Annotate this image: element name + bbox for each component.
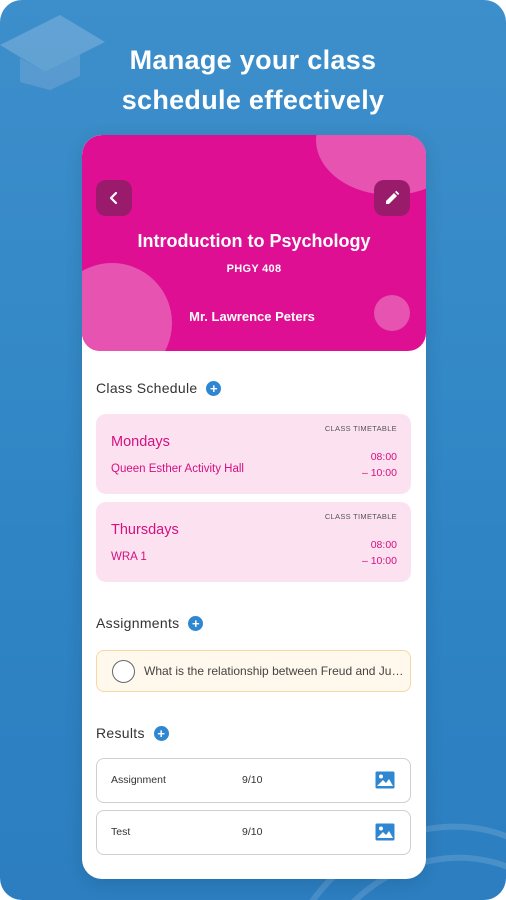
schedule-section-label: Class Schedule + [96, 380, 222, 396]
result-score: 9/10 [242, 826, 263, 838]
assignment-item[interactable]: What is the relationship between Freud a… [96, 650, 411, 692]
schedule-card[interactable]: Thursdays WRA 1 CLASS TIMETABLE 08:00 – … [96, 502, 411, 582]
add-schedule-button[interactable]: + [206, 380, 222, 396]
image-icon[interactable] [375, 823, 395, 841]
course-header: Introduction to Psychology PHGY 408 Mr. … [82, 135, 426, 351]
schedule-day: Mondays [111, 434, 170, 450]
edit-button[interactable] [374, 180, 410, 216]
result-name: Test [111, 826, 131, 838]
schedule-room: WRA 1 [111, 551, 147, 563]
teacher-name: Mr. Lawrence Peters [189, 309, 315, 324]
timetable-tag: CLASS TIMETABLE [324, 512, 397, 521]
assignment-text: What is the relationship between Freud a… [144, 664, 406, 678]
assignment-checkbox[interactable] [112, 660, 135, 683]
schedule-start-time: 08:00 [370, 539, 397, 551]
chevron-left-icon [109, 191, 118, 205]
headline-line-1: Manage your class [129, 45, 377, 75]
schedule-room: Queen Esther Activity Hall [111, 463, 244, 475]
pencil-icon [386, 190, 400, 204]
promo-background: Manage your class schedule effectively I… [0, 0, 506, 900]
assignments-section-label: Assignments + [96, 615, 204, 631]
schedule-label-text: Class Schedule [96, 380, 198, 396]
phone-screen: Introduction to Psychology PHGY 408 Mr. … [82, 135, 426, 879]
timetable-tag: CLASS TIMETABLE [324, 424, 397, 433]
add-assignment-button[interactable]: + [188, 615, 204, 631]
course-title: Introduction to Psychology [137, 231, 371, 251]
course-code: PHGY 408 [226, 263, 282, 275]
schedule-time: 08:00 – 10:00 [362, 449, 397, 481]
result-row[interactable]: Test 9/10 [96, 810, 411, 855]
add-result-button[interactable]: + [153, 725, 169, 741]
schedule-end-time: – 10:00 [361, 555, 397, 567]
assignments-label-text: Assignments [96, 615, 180, 631]
results-section-label: Results + [96, 725, 169, 741]
results-label-text: Results [96, 725, 145, 741]
schedule-time: 08:00 – 10:00 [362, 537, 397, 569]
schedule-day: Thursdays [111, 522, 179, 538]
promo-headline: Manage your class schedule effectively [0, 40, 506, 120]
result-row[interactable]: Assignment 9/10 [96, 758, 411, 803]
result-score: 9/10 [242, 774, 263, 786]
result-name: Assignment [111, 774, 166, 786]
schedule-end-time: – 10:00 [361, 467, 397, 479]
header-decoration [82, 263, 172, 351]
headline-line-2: schedule effectively [121, 85, 385, 115]
back-button[interactable] [96, 180, 132, 216]
schedule-card[interactable]: Mondays Queen Esther Activity Hall CLASS… [96, 414, 411, 494]
schedule-start-time: 08:00 [370, 451, 397, 463]
image-icon[interactable] [375, 771, 395, 789]
